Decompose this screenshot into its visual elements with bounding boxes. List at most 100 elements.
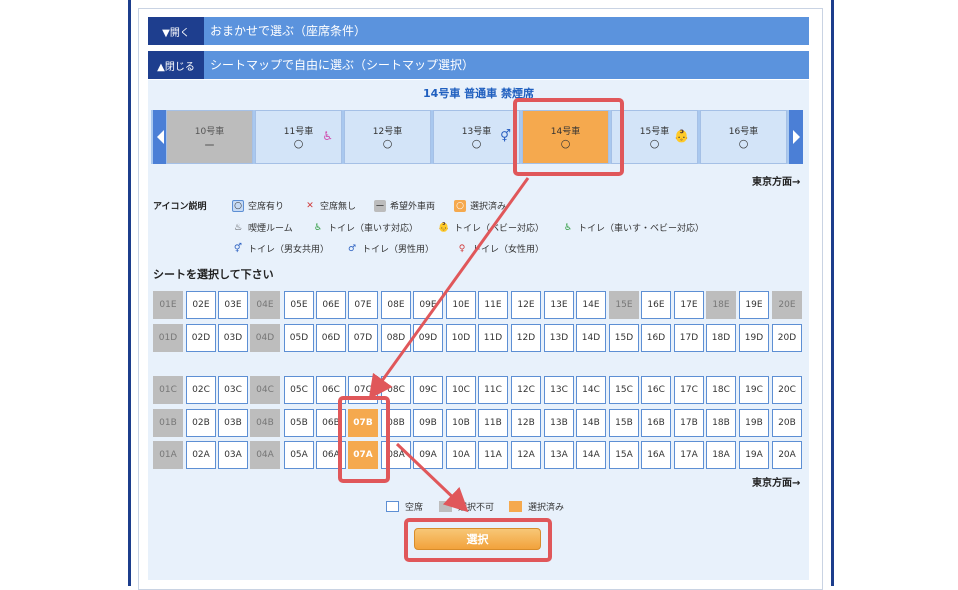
open-toggle-button[interactable]: ▼開く (148, 17, 204, 45)
seat-03A[interactable]: 03A (218, 441, 248, 469)
seat-20B[interactable]: 20B (772, 409, 802, 437)
seat-13C[interactable]: 13C (544, 376, 574, 404)
car-prev-button[interactable] (153, 110, 167, 164)
seat-05A[interactable]: 05A (284, 441, 314, 469)
babycare-toilet-icon: 👶 (674, 129, 689, 143)
seat-17B[interactable]: 17B (674, 409, 704, 437)
women-toilet-icon: ♀ (458, 243, 466, 254)
auto-select-section: ▼開く おまかせで選ぶ（座席条件） (148, 17, 809, 45)
seat-07E[interactable]: 07E (348, 291, 378, 319)
seat-03D[interactable]: 03D (218, 324, 248, 352)
seat-14E[interactable]: 14E (576, 291, 606, 319)
seat-14B[interactable]: 14B (576, 409, 606, 437)
seat-10E[interactable]: 10E (446, 291, 476, 319)
seat-09E[interactable]: 09E (413, 291, 443, 319)
car-13[interactable]: 13号車 ○ ⚥ (433, 110, 520, 164)
seat-02B[interactable]: 02B (186, 409, 216, 437)
seat-09A[interactable]: 09A (413, 441, 443, 469)
seat-18B[interactable]: 18B (706, 409, 736, 437)
seat-10C[interactable]: 10C (446, 376, 476, 404)
seat-14D[interactable]: 14D (576, 324, 606, 352)
seat-08D[interactable]: 08D (381, 324, 411, 352)
close-toggle-button[interactable]: ▲閉じる (148, 51, 204, 79)
seat-03E[interactable]: 03E (218, 291, 248, 319)
car-next-button[interactable] (789, 110, 803, 164)
seat-10D[interactable]: 10D (446, 324, 476, 352)
seat-16A[interactable]: 16A (641, 441, 671, 469)
car-status: ー (204, 139, 215, 152)
seat-20E: 20E (772, 291, 802, 319)
dash-icon: ー (374, 199, 386, 212)
seat-19E[interactable]: 19E (739, 291, 769, 319)
seat-11B[interactable]: 11B (478, 409, 508, 437)
seat-13B[interactable]: 13B (544, 409, 574, 437)
legend-wheelchair-babycare: ♿ トイレ（車いす・ベビー対応） (563, 222, 705, 235)
seat-12D[interactable]: 12D (511, 324, 541, 352)
seat-09B[interactable]: 09B (413, 409, 443, 437)
seat-17D[interactable]: 17D (674, 324, 704, 352)
unisex-toilet-icon: ⚥ (233, 243, 243, 254)
seat-10B[interactable]: 10B (446, 409, 476, 437)
seat-11D[interactable]: 11D (478, 324, 508, 352)
car-15[interactable]: 15号車 ○ 👶 (611, 110, 698, 164)
seat-06D[interactable]: 06D (316, 324, 346, 352)
seat-03B[interactable]: 03B (218, 409, 248, 437)
seat-03C[interactable]: 03C (218, 376, 248, 404)
seat-09C[interactable]: 09C (413, 376, 443, 404)
seat-19B[interactable]: 19B (739, 409, 769, 437)
arrow-left-icon (156, 130, 164, 144)
seat-12B[interactable]: 12B (511, 409, 541, 437)
seat-02E[interactable]: 02E (186, 291, 216, 319)
seat-13D[interactable]: 13D (544, 324, 574, 352)
seat-13E[interactable]: 13E (544, 291, 574, 319)
seat-17E[interactable]: 17E (674, 291, 704, 319)
seat-08E[interactable]: 08E (381, 291, 411, 319)
seat-18D[interactable]: 18D (706, 324, 736, 352)
seat-11E[interactable]: 11E (478, 291, 508, 319)
seat-12C[interactable]: 12C (511, 376, 541, 404)
car-12[interactable]: 12号車 ○ (344, 110, 431, 164)
cross-icon: ✕ (306, 200, 314, 211)
seat-02A[interactable]: 02A (186, 441, 216, 469)
seat-16E[interactable]: 16E (641, 291, 671, 319)
seat-17A[interactable]: 17A (674, 441, 704, 469)
seat-02C[interactable]: 02C (186, 376, 216, 404)
car-11[interactable]: 11号車 ○ ♿ (255, 110, 342, 164)
seat-15C[interactable]: 15C (609, 376, 639, 404)
seat-15D[interactable]: 15D (609, 324, 639, 352)
car-name: 16号車 (728, 127, 759, 137)
seat-16D[interactable]: 16D (641, 324, 671, 352)
seat-18C[interactable]: 18C (706, 376, 736, 404)
seat-12E[interactable]: 12E (511, 291, 541, 319)
seat-14A[interactable]: 14A (576, 441, 606, 469)
seat-19D[interactable]: 19D (739, 324, 769, 352)
seat-09D[interactable]: 09D (413, 324, 443, 352)
seat-05B[interactable]: 05B (284, 409, 314, 437)
seat-12A[interactable]: 12A (511, 441, 541, 469)
seat-20D[interactable]: 20D (772, 324, 802, 352)
seat-07D[interactable]: 07D (348, 324, 378, 352)
car-16[interactable]: 16号車 ○ (700, 110, 787, 164)
seat-06E[interactable]: 06E (316, 291, 346, 319)
seat-20C[interactable]: 20C (772, 376, 802, 404)
seat-19C[interactable]: 19C (739, 376, 769, 404)
seat-18A[interactable]: 18A (706, 441, 736, 469)
seat-05D[interactable]: 05D (284, 324, 314, 352)
seat-15B[interactable]: 15B (609, 409, 639, 437)
seat-11A[interactable]: 11A (478, 441, 508, 469)
seat-16C[interactable]: 16C (641, 376, 671, 404)
car-10[interactable]: 10号車ー (166, 110, 253, 164)
seat-15A[interactable]: 15A (609, 441, 639, 469)
seat-05E[interactable]: 05E (284, 291, 314, 319)
seat-16B[interactable]: 16B (641, 409, 671, 437)
seat-20A[interactable]: 20A (772, 441, 802, 469)
seat-19A[interactable]: 19A (739, 441, 769, 469)
seatmap-section: ▲閉じる シートマップで自由に選ぶ（シートマップ選択） (148, 51, 809, 79)
seat-13A[interactable]: 13A (544, 441, 574, 469)
seat-17C[interactable]: 17C (674, 376, 704, 404)
seat-10A[interactable]: 10A (446, 441, 476, 469)
seat-11C[interactable]: 11C (478, 376, 508, 404)
seat-02D[interactable]: 02D (186, 324, 216, 352)
seat-05C[interactable]: 05C (284, 376, 314, 404)
seat-14C[interactable]: 14C (576, 376, 606, 404)
